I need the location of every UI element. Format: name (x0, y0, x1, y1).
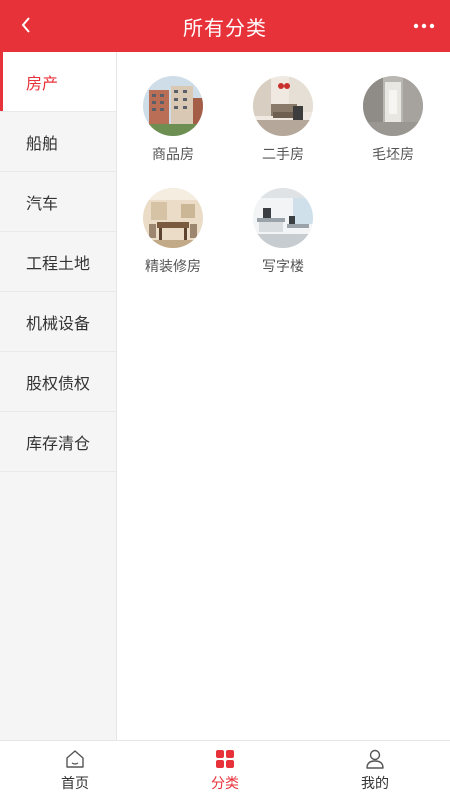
sidebar-item-cars[interactable]: 汽车 (0, 172, 116, 232)
subcategory-label: 毛坯房 (372, 147, 414, 163)
subcategory-label: 精装修房 (145, 259, 201, 275)
tab-label: 首页 (61, 776, 89, 792)
chevron-left-icon (21, 17, 30, 33)
sidebar-item-label: 工程土地 (26, 253, 91, 273)
sidebar-item-equity[interactable]: 股权债权 (0, 352, 116, 412)
tab-profile[interactable]: 我的 (300, 741, 450, 800)
subcategory-decorated-housing[interactable]: 精装修房 (118, 188, 228, 276)
tab-label: 分类 (211, 776, 239, 792)
sidebar-item-label: 房产 (26, 73, 59, 93)
sidebar-item-label: 库存清仓 (26, 433, 91, 453)
subcategory-commercial-housing[interactable]: 商品房 (118, 76, 228, 164)
subcategory-office-building[interactable]: 写字楼 (228, 188, 338, 276)
subcategory-label: 商品房 (152, 147, 194, 163)
sidebar-item-ships[interactable]: 船舶 (0, 112, 116, 172)
subcategory-second-hand-housing[interactable]: 二手房 (228, 76, 338, 164)
sidebar-item-real-estate[interactable]: 房产 (0, 52, 116, 112)
category-sidebar: 房产 船舶 汽车 工程土地 机械设备 股权债权 库存清仓 (0, 52, 117, 740)
subcategory-unfinished-housing[interactable]: 毛坯房 (338, 76, 448, 164)
back-button[interactable] (12, 10, 40, 40)
more-button[interactable] (410, 12, 438, 40)
home-icon (66, 750, 84, 768)
tab-category[interactable]: 分类 (150, 741, 300, 800)
sidebar-item-label: 汽车 (26, 193, 59, 213)
page-title: 所有分类 (183, 15, 267, 40)
tab-label: 我的 (361, 776, 389, 792)
sidebar-item-machinery[interactable]: 机械设备 (0, 292, 116, 352)
office-building-image (253, 188, 313, 248)
second-hand-housing-image (253, 76, 313, 136)
sidebar-item-label: 机械设备 (26, 313, 91, 333)
user-icon (366, 749, 384, 769)
subcategory-label: 二手房 (262, 147, 304, 163)
unfinished-housing-image (363, 76, 423, 136)
sidebar-item-label: 船舶 (26, 133, 59, 153)
subcategory-grid: 商品房 二手房 毛坯房 精装修房 写字楼 (118, 52, 450, 740)
top-bar: 所有分类 (0, 0, 450, 52)
category-content: 商品房 二手房 毛坯房 精装修房 写字楼 (118, 52, 450, 740)
more-dots-icon (413, 23, 435, 29)
sidebar-item-label: 股权债权 (26, 373, 91, 393)
category-grid-icon (216, 750, 234, 768)
commercial-housing-image (143, 76, 203, 136)
sidebar-item-inventory[interactable]: 库存清仓 (0, 412, 116, 472)
sidebar-item-land[interactable]: 工程土地 (0, 232, 116, 292)
decorated-housing-image (143, 188, 203, 248)
subcategory-label: 写字楼 (262, 259, 304, 275)
tab-home[interactable]: 首页 (0, 741, 150, 800)
bottom-tab-bar: 首页 分类 我的 (0, 740, 450, 800)
